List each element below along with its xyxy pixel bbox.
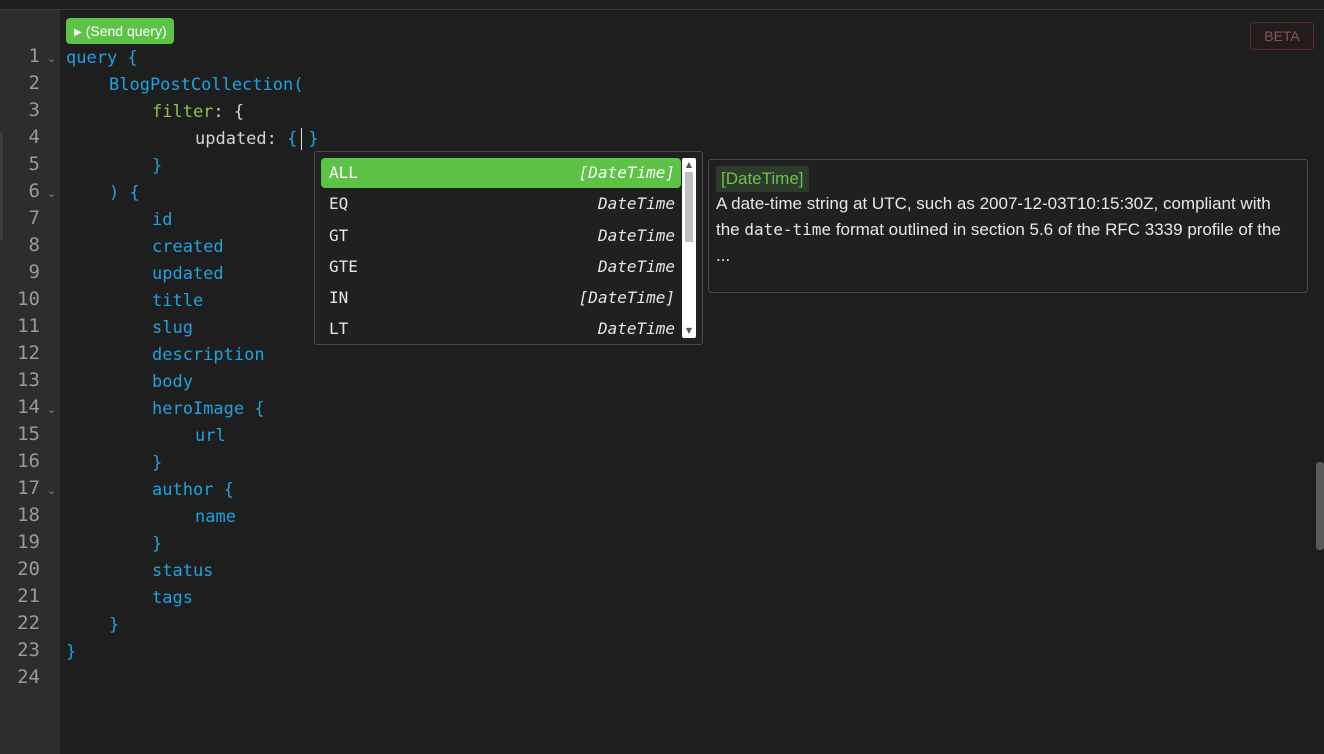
code-line-7[interactable]: id — [152, 207, 172, 234]
beta-badge: BETA — [1250, 22, 1314, 50]
line-number: 8 — [28, 234, 40, 256]
line-number: 14 — [17, 396, 40, 418]
line-number: 12 — [17, 342, 40, 364]
autocomplete-item-name: ALL — [329, 163, 358, 182]
autocomplete-item-eq[interactable]: EQ DateTime — [321, 189, 681, 219]
send-query-label: (Send query) — [85, 23, 167, 39]
code-line-13[interactable]: body — [152, 369, 193, 396]
code-line-1[interactable]: query { — [66, 45, 138, 72]
autocomplete-item-in[interactable]: IN [DateTime] — [321, 283, 681, 313]
code-line-21[interactable]: tags — [152, 585, 193, 612]
line-number: 2 — [28, 72, 40, 94]
line-number: 21 — [17, 585, 40, 607]
autocomplete-list[interactable]: ALL [DateTime] EQ DateTime GT DateTime GTE D… — [314, 151, 703, 345]
code-line-2[interactable]: BlogPostCollection( — [109, 72, 303, 99]
code-token: : { — [213, 102, 245, 122]
autocomplete-item-all[interactable]: ALL [DateTime] — [321, 158, 681, 188]
line-number: 4 — [28, 126, 40, 148]
line-number: 7 — [28, 207, 40, 229]
code-line-18[interactable]: name — [195, 504, 236, 531]
autocomplete-item-name: IN — [329, 288, 349, 307]
line-number: 13 — [17, 369, 40, 391]
line-number: 15 — [17, 423, 40, 445]
code-line-5[interactable]: } — [152, 153, 162, 180]
line-number: 22 — [17, 612, 40, 634]
autocomplete-scrollbar[interactable]: ▲ ▼ — [682, 158, 696, 338]
autocomplete-item-gte[interactable]: GTE DateTime — [321, 252, 681, 282]
autocomplete-item-type: DateTime — [597, 257, 675, 276]
line-number: 6 — [28, 180, 40, 202]
code-token: updated: — [195, 129, 288, 149]
autocomplete-item-type: DateTime — [597, 319, 675, 338]
code-line-10[interactable]: title — [152, 288, 203, 315]
line-number: 1 — [28, 45, 40, 67]
code-token: query — [66, 48, 118, 68]
line-number: 9 — [28, 261, 40, 283]
editor-scrollbar-thumb[interactable] — [1316, 462, 1324, 550]
type-info-tooltip: [DateTime] A date-time string at UTC, su… — [708, 159, 1308, 293]
code-line-4[interactable]: updated: {} — [195, 126, 319, 153]
autocomplete-item-type: [DateTime] — [578, 163, 675, 182]
line-number: 11 — [17, 315, 40, 337]
code-line-14[interactable]: heroImage { — [152, 396, 265, 423]
autocomplete-item-type: DateTime — [597, 226, 675, 245]
line-number: 3 — [28, 99, 40, 121]
autocomplete-item-name: LT — [329, 319, 349, 338]
code-line-15[interactable]: url — [195, 423, 226, 450]
code-line-3[interactable]: filter: { — [152, 99, 244, 126]
autocomplete-item-name: GT — [329, 226, 349, 245]
line-number: 23 — [17, 639, 40, 661]
code-token: filter — [152, 102, 214, 122]
code-line-8[interactable]: created — [152, 234, 224, 261]
send-query-button[interactable]: ▶ (Send query) — [66, 18, 174, 44]
code-token: { — [117, 48, 138, 68]
top-bar — [0, 0, 1324, 10]
fold-chevron-icon[interactable]: ⌄ — [47, 180, 56, 207]
line-number: 10 — [17, 288, 40, 310]
type-info-code: date-time — [744, 220, 832, 239]
line-number-gutter: 1 2 3 4 5 6 7 8 9 10 11 12 13 14 15 16 1… — [0, 10, 60, 754]
code-line-6[interactable]: ) { — [109, 180, 140, 207]
line-number: 24 — [17, 666, 40, 688]
type-info-tag: [DateTime] — [716, 166, 809, 192]
code-line-19[interactable]: } — [152, 531, 162, 558]
fold-chevron-icon[interactable]: ⌄ — [47, 45, 56, 72]
fold-chevron-icon[interactable]: ⌄ — [47, 477, 56, 504]
line-number: 17 — [17, 477, 40, 499]
code-line-23[interactable]: } — [66, 639, 76, 666]
code-line-9[interactable]: updated — [152, 261, 224, 288]
autocomplete-item-type: DateTime — [597, 194, 675, 213]
fold-chevron-icon[interactable]: ⌄ — [47, 396, 56, 423]
code-line-11[interactable]: slug — [152, 315, 193, 342]
code-line-17[interactable]: author { — [152, 477, 234, 504]
autocomplete-item-name: EQ — [329, 194, 349, 213]
code-line-22[interactable]: } — [109, 612, 119, 639]
code-line-16[interactable]: } — [152, 450, 162, 477]
autocomplete-item-name: GTE — [329, 257, 358, 276]
autocomplete-item-gt[interactable]: GT DateTime — [321, 221, 681, 251]
code-token: } — [308, 129, 319, 149]
scroll-down-arrow-icon[interactable]: ▼ — [682, 326, 696, 336]
autocomplete-scrollbar-thumb[interactable] — [685, 172, 693, 242]
code-line-12[interactable]: description — [152, 342, 265, 369]
text-cursor — [301, 128, 303, 150]
code-token: BlogPostCollection — [109, 75, 294, 95]
code-token: { — [287, 129, 298, 149]
type-info-description: A date-time string at UTC, such as 2007-… — [716, 191, 1296, 269]
scroll-up-arrow-icon[interactable]: ▲ — [682, 160, 696, 170]
line-number: 20 — [17, 558, 40, 580]
code-line-20[interactable]: status — [152, 558, 213, 585]
line-number: 16 — [17, 450, 40, 472]
line-number: 18 — [17, 504, 40, 526]
line-number: 19 — [17, 531, 40, 553]
line-number: 5 — [28, 153, 40, 175]
code-token: ( — [293, 75, 304, 95]
autocomplete-item-type: [DateTime] — [578, 288, 675, 307]
autocomplete-item-lt[interactable]: LT DateTime — [321, 314, 681, 344]
play-icon: ▶ — [74, 27, 82, 38]
